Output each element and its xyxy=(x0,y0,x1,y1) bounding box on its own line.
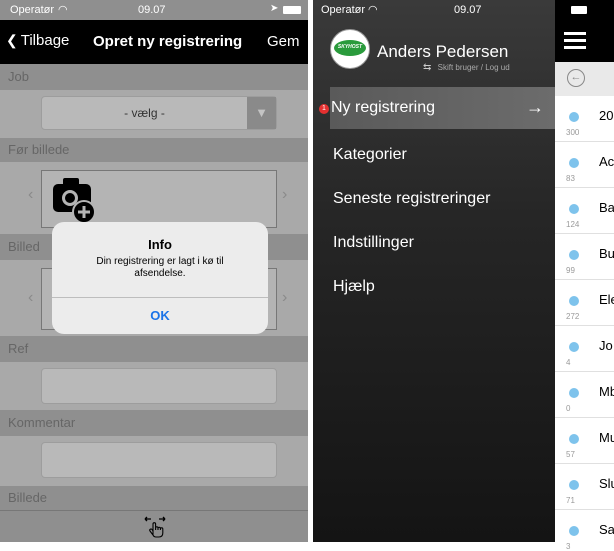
list-item[interactable]: Ac 83 xyxy=(555,142,614,188)
circle-icon xyxy=(569,434,579,444)
battery-icon xyxy=(571,6,587,14)
screen-new-registration: Operatør ◠ 09.07 ➤ ❮ Tilbage Opret ny reg… xyxy=(0,0,308,542)
circle-icon xyxy=(569,388,579,398)
clock: 09.07 xyxy=(138,4,166,16)
list-item-label: Sa xyxy=(599,522,614,537)
save-button[interactable]: Gem xyxy=(267,33,300,50)
list-item-label: Ba xyxy=(599,200,614,215)
comment-input[interactable] xyxy=(41,442,277,478)
list-item-label: 20 xyxy=(599,108,614,123)
circle-icon xyxy=(569,112,579,122)
back-bar: ← xyxy=(555,62,614,96)
list-item-label: Ele xyxy=(599,292,614,307)
section-photo: Billede xyxy=(0,486,308,510)
list-item[interactable]: Sa 3 xyxy=(555,510,614,551)
logo-text: SKYHOST xyxy=(337,44,363,50)
swap-arrows-icon: ⇆ xyxy=(423,62,432,73)
add-photo-camera-icon xyxy=(53,178,96,224)
status-bar: Operatør ◠ 09.07 ➤ xyxy=(0,0,308,20)
list-item[interactable]: Ba 124 xyxy=(555,188,614,234)
page-title: Opret ny registrering xyxy=(93,33,243,50)
list-item-count: 300 xyxy=(566,128,580,137)
list-item-label: Mb xyxy=(599,384,614,399)
hamburger-menu-icon[interactable] xyxy=(564,32,586,50)
alert-title: Info xyxy=(148,237,172,252)
section-job: Job xyxy=(0,64,308,90)
list-item[interactable]: Mb 0 xyxy=(555,372,614,418)
list-item[interactable]: Jo 4 xyxy=(555,326,614,372)
before-photo-box[interactable] xyxy=(41,170,277,228)
list-item-label: Mu xyxy=(599,430,614,445)
list-item-count: 83 xyxy=(566,174,575,183)
wifi-icon: ◠ xyxy=(368,4,378,16)
switch-user-label: Skift bruger / Log ud xyxy=(437,63,510,72)
chevron-down-icon: ▼ xyxy=(247,97,276,129)
nav-bar xyxy=(555,20,614,62)
menu-item-settings[interactable]: Indstillinger xyxy=(333,234,414,252)
list-item[interactable]: Slu 71 xyxy=(555,464,614,510)
section-comment: Kommentar xyxy=(0,410,308,436)
swipe-gesture-icon[interactable] xyxy=(142,515,168,539)
user-name: Anders Pedersen xyxy=(377,42,509,61)
wifi-icon: ◠ xyxy=(58,4,68,16)
job-select-value: - vælg - xyxy=(124,106,165,120)
nav-bar: ❮ Tilbage Opret ny registrering Gem xyxy=(0,20,308,64)
back-button[interactable]: ❮ Tilbage xyxy=(6,32,69,52)
list-item-label: Slu xyxy=(599,476,614,491)
switch-user-link[interactable]: ⇆ Skift bruger / Log ud xyxy=(423,62,510,73)
list-item-count: 71 xyxy=(566,496,575,505)
list-item-count: 4 xyxy=(566,358,571,367)
alert-message: Din registrering er lagt i kø til afsend… xyxy=(96,256,224,279)
job-select[interactable]: - vælg - ▼ xyxy=(41,96,277,130)
list-item-label: Jo xyxy=(599,338,613,353)
list-item-label: Bu xyxy=(599,246,614,261)
list-item-count: 0 xyxy=(566,404,571,413)
menu-item-help[interactable]: Hjælp xyxy=(333,278,375,296)
list-item-count: 3 xyxy=(566,542,571,551)
section-before-photo: Før billede xyxy=(0,138,308,162)
info-alert: Info Din registrering er lagt i kø til a… xyxy=(52,222,268,334)
back-label: Tilbage xyxy=(20,32,70,49)
bottom-toolbar xyxy=(0,510,308,542)
notification-badge: 1 xyxy=(319,104,329,114)
list-item-count: 272 xyxy=(566,312,580,321)
chevron-left-icon: ❮ xyxy=(6,32,18,48)
chevron-left-icon[interactable]: ‹ xyxy=(28,186,33,204)
menu-panel xyxy=(313,0,555,542)
circle-icon xyxy=(569,250,579,260)
list-item[interactable]: Ele 272 xyxy=(555,280,614,326)
location-icon: ➤ xyxy=(270,3,279,14)
clock: 09.07 xyxy=(454,4,482,16)
circle-icon xyxy=(569,526,579,536)
list-item[interactable]: Bu 99 xyxy=(555,234,614,280)
carrier-label: Operatør xyxy=(321,4,366,16)
section-ref: Ref xyxy=(0,336,308,362)
circle-icon xyxy=(569,342,579,352)
list-item-count: 124 xyxy=(566,220,580,229)
list-item[interactable]: Mu 57 xyxy=(555,418,614,464)
back-circle-icon[interactable]: ← xyxy=(567,69,585,87)
chevron-right-icon[interactable]: › xyxy=(282,289,287,307)
company-logo: SKYHOST xyxy=(330,29,370,69)
arrow-right-icon: → xyxy=(526,97,544,117)
carrier-label: Operatør xyxy=(10,4,55,16)
circle-icon xyxy=(569,204,579,214)
circle-icon xyxy=(569,480,579,490)
chevron-right-icon[interactable]: › xyxy=(282,186,287,204)
chevron-left-icon[interactable]: ‹ xyxy=(28,289,33,307)
list-item-count: 57 xyxy=(566,450,575,459)
circle-icon xyxy=(569,296,579,306)
circle-icon xyxy=(569,158,579,168)
list-item-count: 99 xyxy=(566,266,575,275)
ref-input[interactable] xyxy=(41,368,277,404)
menu-item-label: Ny registrering xyxy=(331,99,436,116)
menu-item-recent-registrations[interactable]: Seneste registreringer xyxy=(333,190,490,208)
menu-item-new-registration[interactable]: 1 Ny registrering → xyxy=(319,87,556,129)
list-item-label: Ac xyxy=(599,154,614,169)
ok-button[interactable]: OK xyxy=(52,298,268,334)
menu-item-categories[interactable]: Kategorier xyxy=(333,146,407,164)
list-item[interactable]: 20 300 xyxy=(555,96,614,142)
status-bar xyxy=(555,0,614,20)
battery-icon xyxy=(283,6,301,14)
